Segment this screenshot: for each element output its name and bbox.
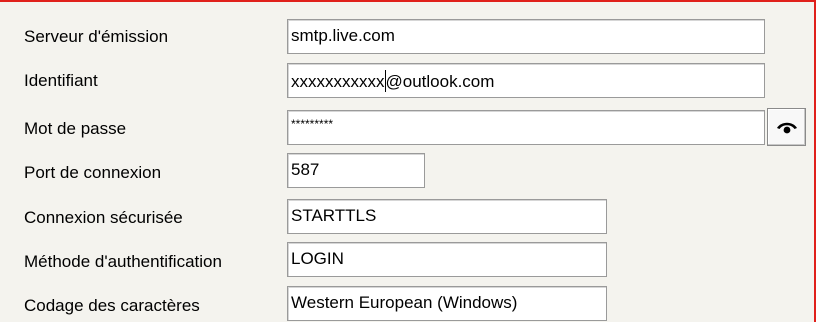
- port-label: Port de connexion: [24, 163, 162, 182]
- identifier-value-after-caret: @outlook.com: [385, 72, 495, 91]
- secure-connection-select[interactable]: STARTTLS: [287, 199, 607, 234]
- password-input[interactable]: *********: [287, 110, 765, 145]
- identifier-input[interactable]: xxxxxxxxxxx@outlook.com: [287, 63, 765, 98]
- smtp-settings-panel: Serveur d'émission smtp.live.com Identif…: [0, 0, 816, 322]
- identifier-label: Identifiant: [24, 71, 98, 90]
- password-label: Mot de passe: [24, 119, 127, 138]
- server-label: Serveur d'émission: [24, 27, 169, 46]
- show-password-button[interactable]: [767, 108, 806, 146]
- encoding-select[interactable]: Western European (Windows): [287, 286, 607, 321]
- eye-icon: [776, 122, 797, 134]
- port-input[interactable]: 587: [287, 153, 425, 188]
- server-input[interactable]: smtp.live.com: [287, 19, 765, 54]
- encoding-label: Codage des caractères: [24, 296, 200, 315]
- auth-method-label: Méthode d'authentification: [24, 252, 222, 271]
- secure-connection-label: Connexion sécurisée: [24, 208, 183, 227]
- auth-method-select[interactable]: LOGIN: [287, 242, 607, 277]
- identifier-value-before-caret: xxxxxxxxxxx: [291, 72, 385, 91]
